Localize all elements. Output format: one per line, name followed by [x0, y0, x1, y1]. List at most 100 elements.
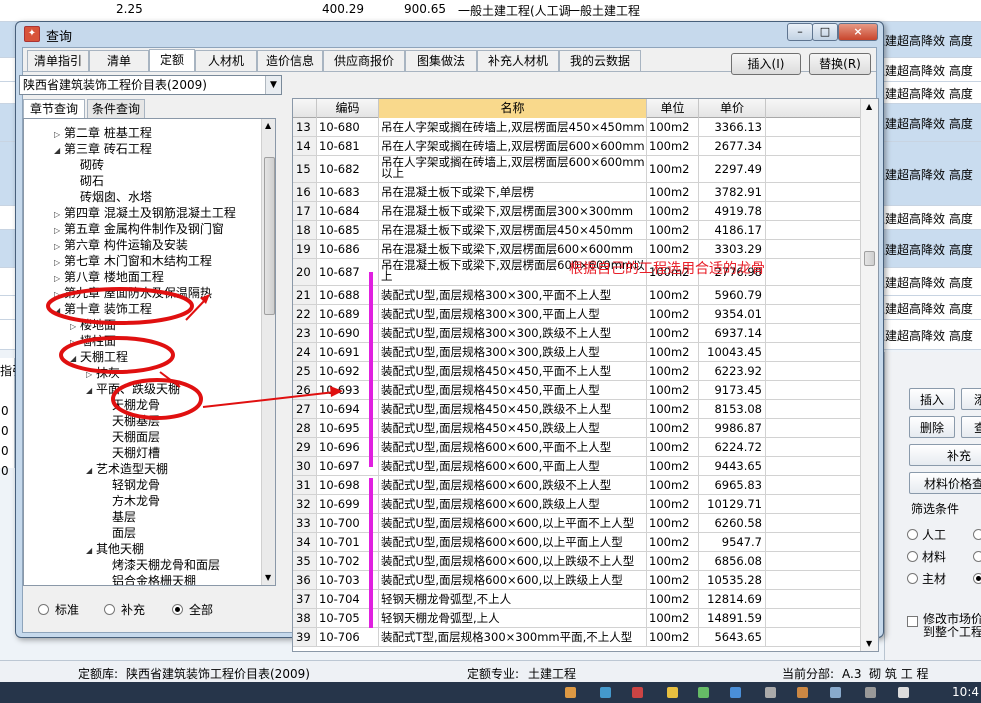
table-row[interactable]: 30 10-697 装配式U型,面层规格600×600,平面上人型 100m2 9443…: [293, 457, 878, 476]
table-row[interactable]: 21 10-688 装配式U型,面层规格300×300,平面不上人型 100m2 596…: [293, 286, 878, 305]
tree-node[interactable]: 面层: [102, 525, 136, 541]
tree-node[interactable]: 砌石: [70, 173, 104, 189]
tray-icon[interactable]: [698, 687, 709, 698]
grid-header-code[interactable]: 编码: [317, 99, 379, 118]
tab-supplement-lmm[interactable]: 补充人材机: [477, 50, 559, 71]
table-row[interactable]: 18 10-685 吊在混凝土板下或梁下,双层楞面层450×450mm 100m2 41…: [293, 221, 878, 240]
tree-node[interactable]: ▷ 第八章 楼地面工程: [54, 269, 164, 285]
tree-node[interactable]: ◢ 平面、跌级天棚: [86, 381, 180, 397]
bg-modify-market-checkbox[interactable]: [907, 616, 918, 627]
tree-node[interactable]: 砖烟囱、水塔: [70, 189, 152, 205]
tray-icon[interactable]: [797, 687, 808, 698]
radio-all[interactable]: 全部: [172, 601, 213, 618]
tray-icon[interactable]: [765, 687, 776, 698]
tray-icon[interactable]: [632, 687, 643, 698]
radio-icon[interactable]: [973, 529, 981, 540]
table-row[interactable]: 26 10-693 装配式U型,面层规格450×450,平面上人型 100m2 9173…: [293, 381, 878, 400]
tree-node[interactable]: ▷ 第五章 金属构件制作及钢门窗: [54, 221, 224, 237]
minimize-button[interactable]: –: [787, 23, 813, 41]
tree-scroll-thumb[interactable]: [264, 157, 275, 315]
table-row[interactable]: 39 10-706 装配式T型,面层规格300×300mm平面,不上人型 100m2 5…: [293, 628, 878, 647]
table-row[interactable]: 13 10-680 吊在人字架或搁在砖墙上,双层楞面层450×450mm 100m2 3…: [293, 118, 878, 137]
grid-header-price[interactable]: 单价: [699, 99, 766, 118]
grid-scrollbar[interactable]: ▲ ▼: [860, 99, 878, 651]
bg-filter-labor[interactable]: 人工: [907, 526, 946, 543]
table-row[interactable]: 33 10-700 装配式U型,面层规格600×600,以上平面不上人型 100m2 6…: [293, 514, 878, 533]
dialog-titlebar[interactable]: ✦ 查询 – □ ×: [16, 22, 883, 46]
tab-cloud-data[interactable]: 我的云数据: [559, 50, 641, 71]
tree-node[interactable]: 砌砖: [70, 157, 104, 173]
tray-icon[interactable]: [565, 687, 576, 698]
expanded-triangle-icon[interactable]: ◢: [70, 351, 80, 367]
tab-labor-material-machine[interactable]: 人材机: [195, 50, 257, 71]
bg-supplement-button[interactable]: 补充: [909, 444, 981, 466]
table-row[interactable]: 24 10-691 装配式U型,面层规格300×300,跌级上人型 100m2 1004…: [293, 343, 878, 362]
tree-node[interactable]: ◢ 天棚工程: [70, 349, 128, 365]
table-row[interactable]: 14 10-681 吊在人字架或搁在砖墙上,双层楞面层600×600mm 100m2 2…: [293, 137, 878, 156]
tree-node[interactable]: 天棚面层: [102, 429, 160, 445]
table-row[interactable]: 22 10-689 装配式U型,面层规格300×300,平面上人型 100m2 9354…: [293, 305, 878, 324]
tree-node[interactable]: ◢ 其他天棚: [86, 541, 144, 557]
tab-cost-info[interactable]: 造价信息: [257, 50, 323, 71]
tree-node[interactable]: ▷ 楼地面: [70, 317, 116, 333]
tray-icon[interactable]: [730, 687, 741, 698]
tab-bill-guide[interactable]: 清单指引: [27, 50, 89, 71]
tree-node[interactable]: ▷ 第七章 木门窗和木结构工程: [54, 253, 212, 269]
bg-delete-button[interactable]: 删除: [909, 416, 955, 438]
tree-node[interactable]: ◢ 第十章 装饰工程: [54, 301, 152, 317]
expanded-triangle-icon[interactable]: ◢: [86, 383, 96, 399]
table-row[interactable]: 35 10-702 装配式U型,面层规格600×600,以上跌级不上人型 100m2 6…: [293, 552, 878, 571]
insert-button[interactable]: 插入(I): [731, 53, 801, 75]
close-button[interactable]: ×: [838, 23, 878, 41]
expanded-triangle-icon[interactable]: ◢: [86, 463, 96, 479]
bg-query-button[interactable]: 查: [961, 416, 981, 438]
expanded-triangle-icon[interactable]: ◢: [54, 143, 64, 159]
table-row[interactable]: 16 10-683 吊在混凝土板下或梁下,单层楞 100m2 3782.91: [293, 183, 878, 202]
table-row[interactable]: 23 10-690 装配式U型,面层规格300×300,跌级不上人型 100m2 693…: [293, 324, 878, 343]
table-row[interactable]: 25 10-692 装配式U型,面层规格450×450,平面不上人型 100m2 622…: [293, 362, 878, 381]
tree-node[interactable]: ▷ 第四章 混凝土及钢筋混凝土工程: [54, 205, 236, 221]
grid-header-name[interactable]: 名称: [379, 99, 647, 118]
tree-node[interactable]: 方木龙骨: [102, 493, 160, 509]
table-row[interactable]: 32 10-699 装配式U型,面层规格600×600,跌级上人型 100m2 1012…: [293, 495, 878, 514]
radio-supplement[interactable]: 补充: [104, 601, 145, 618]
tree-node[interactable]: ▷ 墙柱面: [70, 333, 116, 349]
tray-icon[interactable]: [898, 687, 909, 698]
tray-icon[interactable]: [830, 687, 841, 698]
tray-icon[interactable]: [600, 687, 611, 698]
radio-icon[interactable]: [973, 551, 981, 562]
table-row[interactable]: 34 10-701 装配式U型,面层规格600×600,以上平面上人型 100m2 95…: [293, 533, 878, 552]
scroll-up-icon[interactable]: ▲: [866, 102, 872, 111]
tree-node[interactable]: 基层: [102, 509, 136, 525]
table-row[interactable]: 19 10-686 吊在混凝土板下或梁下,双层楞面层600×600mm 100m2 33…: [293, 240, 878, 259]
bg-material-price-button[interactable]: 材料价格查: [909, 472, 981, 494]
table-row[interactable]: 28 10-695 装配式U型,面层规格450×450,跌级上人型 100m2 9986…: [293, 419, 878, 438]
tree-node[interactable]: 天棚灯槽: [102, 445, 160, 461]
table-row[interactable]: 31 10-698 装配式U型,面层规格600×600,跌级不上人型 100m2 696…: [293, 476, 878, 495]
radio-standard[interactable]: 标准: [38, 601, 79, 618]
tree-node[interactable]: 轻钢龙骨: [102, 477, 160, 493]
tray-icon[interactable]: [667, 687, 678, 698]
replace-button[interactable]: 替换(R): [809, 53, 871, 75]
chevron-down-icon[interactable]: ▼: [265, 76, 281, 94]
table-row[interactable]: 27 10-694 装配式U型,面层规格450×450,跌级不上人型 100m2 815…: [293, 400, 878, 419]
library-select[interactable]: 陕西省建筑装饰工程价目表(2009) ▼: [19, 75, 282, 95]
radio-icon[interactable]: [973, 573, 981, 584]
table-row[interactable]: 17 10-684 吊在混凝土板下或梁下,双层楞面层300×300mm 100m2 49…: [293, 202, 878, 221]
table-row[interactable]: 38 10-705 轻钢天棚龙骨弧型,上人 100m2 14891.59: [293, 609, 878, 628]
tree-node[interactable]: ▷ 抹灰: [86, 365, 120, 381]
tree-node[interactable]: 烤漆天棚龙骨和面层: [102, 557, 220, 573]
tree-node[interactable]: ◢ 第三章 砖石工程: [54, 141, 152, 157]
tree-node[interactable]: 铝合金格栅天棚: [102, 573, 196, 585]
tab-quota[interactable]: 定额: [149, 49, 195, 72]
subtab-condition-query[interactable]: 条件查询: [87, 99, 145, 118]
subtab-chapter-query[interactable]: 章节查询: [23, 99, 85, 118]
grid-header-unit[interactable]: 单位: [647, 99, 699, 118]
tree-node[interactable]: 天棚基层: [102, 413, 160, 429]
tab-bill[interactable]: 清单: [89, 50, 149, 71]
maximize-button[interactable]: □: [812, 23, 838, 41]
tree-scrollbar[interactable]: ▲ ▼: [261, 119, 275, 585]
scroll-down-icon[interactable]: ▼: [265, 573, 271, 582]
scroll-up-icon[interactable]: ▲: [265, 121, 271, 130]
bg-filter-main-material[interactable]: 主材: [907, 570, 946, 587]
